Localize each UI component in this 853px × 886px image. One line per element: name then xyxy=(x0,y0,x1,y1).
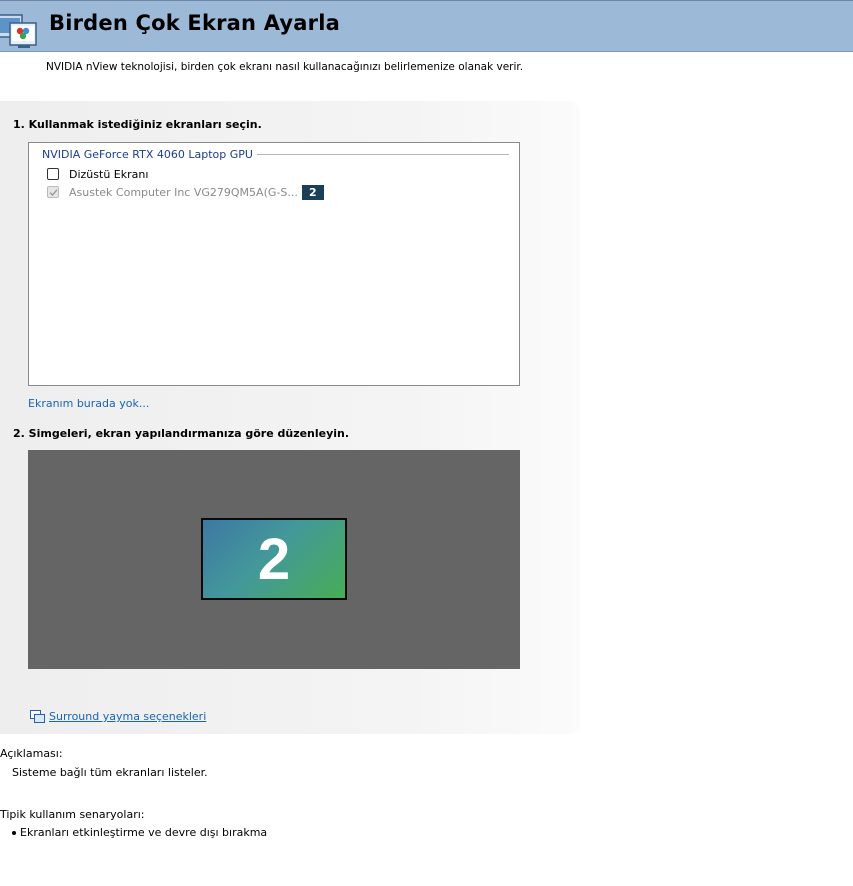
scenario-item: Ekranları etkinleştirme ve devre dışı bı… xyxy=(12,826,267,839)
step2-label: 2. Simgeleri, ekran yapılandırmanıza gör… xyxy=(13,427,350,440)
gpu-group-title: NVIDIA GeForce RTX 4060 Laptop GPU xyxy=(42,148,257,161)
surround-icon xyxy=(30,710,45,723)
laptop-display-checkbox[interactable] xyxy=(47,168,59,180)
scenario-item-text: Ekranları etkinleştirme ve devre dışı bı… xyxy=(20,826,268,839)
description-heading: Açıklaması: xyxy=(0,747,63,760)
multi-display-icon xyxy=(0,14,37,48)
bullet-icon xyxy=(12,830,16,835)
display-list: NVIDIA GeForce RTX 4060 Laptop GPU Dizüs… xyxy=(28,142,520,386)
laptop-display-label: Dizüstü Ekranı xyxy=(69,167,149,181)
surround-options-link[interactable]: Surround yayma seçenekleri xyxy=(49,710,206,723)
monitor-2-tile[interactable]: 2 xyxy=(201,518,347,600)
display-number-badge: 2 xyxy=(301,184,324,200)
scenarios-heading: Tipik kullanım senaryoları: xyxy=(0,808,145,821)
page-subtitle: NVIDIA nView teknolojisi, birden çok ekr… xyxy=(46,61,524,73)
step1-label: 1. Kullanmak istediğiniz ekranları seçin… xyxy=(13,118,262,131)
page-title: Birden Çok Ekran Ayarla xyxy=(49,11,341,35)
description-text: Sisteme bağlı tüm ekranları listeler. xyxy=(12,766,208,779)
checkmark-icon xyxy=(49,188,58,196)
display-row-laptop[interactable]: Dizüstü Ekranı xyxy=(47,165,148,183)
gpu-group-divider xyxy=(244,154,509,155)
asustek-display-checkbox xyxy=(47,186,59,198)
display-row-asustek: Asustek Computer Inc VG279QM5A(G-S... 2 xyxy=(47,183,324,201)
page-header: Birden Çok Ekran Ayarla xyxy=(0,0,853,52)
asustek-display-label: Asustek Computer Inc VG279QM5A(G-S... xyxy=(69,185,298,199)
display-missing-link[interactable]: Ekranım burada yok... xyxy=(28,397,149,410)
surround-options[interactable]: Surround yayma seçenekleri xyxy=(30,710,206,723)
display-arrangement-area[interactable]: 2 xyxy=(28,450,520,669)
